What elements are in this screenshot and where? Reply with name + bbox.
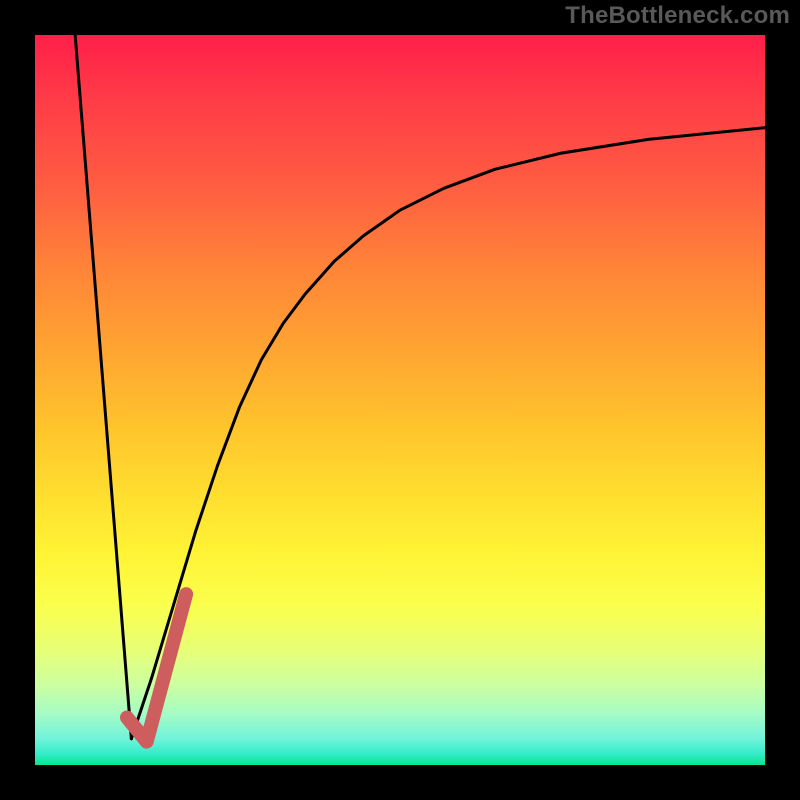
series-left-descent xyxy=(75,35,131,739)
check-mark-overlay xyxy=(127,594,186,741)
series-right-curve xyxy=(131,128,765,739)
chart-frame: TheBottleneck.com xyxy=(0,0,800,800)
plot-area xyxy=(35,35,765,765)
watermark-label: TheBottleneck.com xyxy=(565,2,790,30)
chart-svg xyxy=(35,35,765,765)
